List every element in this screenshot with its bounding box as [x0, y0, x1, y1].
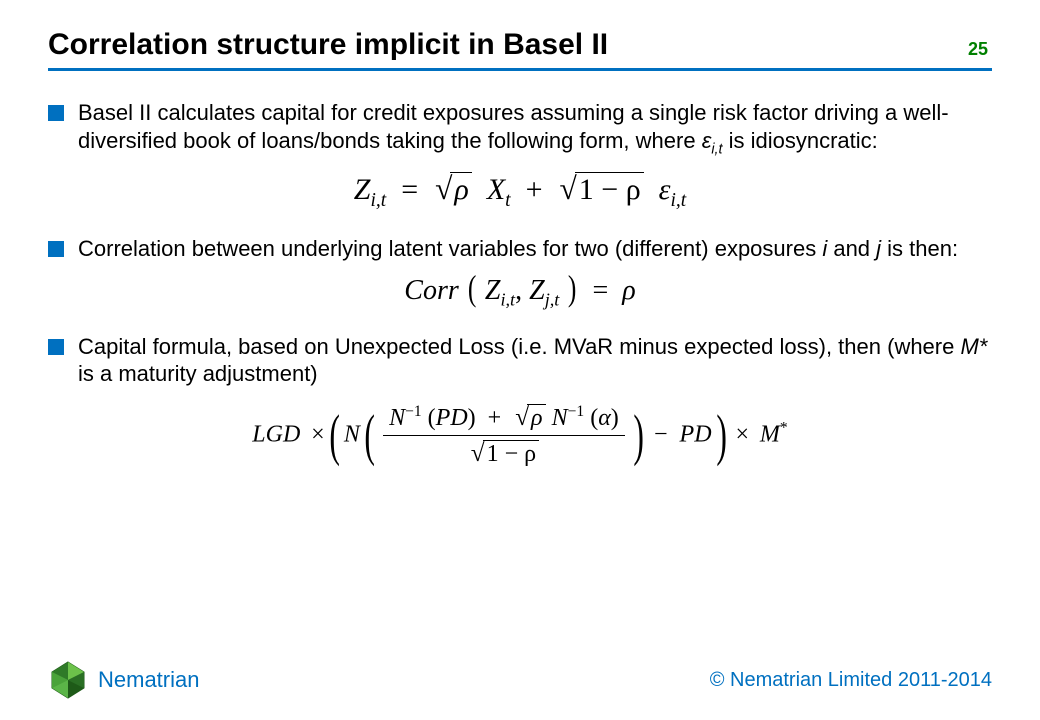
bullet-2-text: Correlation between underlying latent va… [78, 235, 992, 263]
bullet-square-icon [48, 339, 64, 355]
eq2-eq: = [592, 275, 608, 306]
equation-2: Corr ( Zi,t, Zj,t ) = ρ [48, 273, 992, 311]
bullet-1-var: ε [702, 128, 712, 153]
bullet-3-text: Capital formula, based on Unexpected Los… [78, 333, 992, 388]
eq1-eps: ε [659, 173, 671, 206]
eq3-Ninv2: N [552, 405, 568, 431]
bullet-2-mid: and [827, 236, 876, 261]
eq1-eq: = [401, 173, 418, 206]
eq1-1mrho: 1 − ρ [579, 173, 641, 206]
slide: Correlation structure implicit in Basel … [0, 0, 1040, 720]
eq3-times1: × [311, 421, 325, 447]
eq3-PD2: PD [680, 421, 712, 447]
bullet-square-icon [48, 105, 64, 121]
slide-body: Basel II calculates capital for credit e… [48, 71, 992, 470]
bullet-1-text: Basel II calculates capital for credit e… [78, 99, 992, 159]
brand-name: Nematrian [98, 667, 199, 693]
eq2-Z1sub: i,t [500, 289, 515, 309]
eq3-rho: ρ [527, 404, 546, 431]
bullet-3-pre: Capital formula, based on Unexpected Los… [78, 334, 960, 359]
equation-3: LGD × ( N ( N−1 (PD) + ρ N−1 (α) 1 − ρ ) [48, 402, 992, 470]
eq2-Z2sub: j,t [545, 289, 560, 309]
sqrt-icon: ρ [513, 402, 545, 434]
equation-1: Zi,t = ρ Xt + 1 − ρ εi,t [48, 169, 992, 213]
eq3-neg1b: −1 [568, 403, 585, 420]
eq1-plus: + [526, 173, 543, 206]
bullet-3-var: M* [960, 334, 987, 359]
eq1-Z: Z [354, 173, 371, 206]
footer-left: Nematrian [48, 660, 199, 700]
eq2-corr: Corr [404, 275, 458, 306]
copyright-text: © Nematrian Limited 2011-2014 [710, 669, 992, 692]
bullet-2-pre: Correlation between underlying latent va… [78, 236, 822, 261]
eq1-X: X [487, 173, 505, 206]
sqrt-icon: 1 − ρ [469, 438, 539, 470]
eq3-1mrho: 1 − ρ [487, 441, 537, 467]
eq3-neg1a: −1 [405, 403, 422, 420]
bullet-1: Basel II calculates capital for credit e… [48, 99, 992, 159]
bullet-1-sub: i,t [711, 141, 722, 157]
eq3-PD1: PD [436, 405, 468, 431]
eq2-comma: , [515, 275, 522, 306]
eq3-star: * [780, 419, 788, 436]
slide-number: 25 [968, 39, 992, 62]
eq3-times2: × [736, 421, 750, 447]
eq1-epssub: i,t [671, 190, 687, 211]
eq1-rho: ρ [450, 172, 471, 206]
eq3-plus: + [488, 405, 502, 431]
fraction: N−1 (PD) + ρ N−1 (α) 1 − ρ [383, 402, 625, 470]
eq1-Xsub: t [505, 190, 510, 211]
eq3-Ninv1: N [389, 405, 405, 431]
bullet-3: Capital formula, based on Unexpected Los… [48, 333, 992, 388]
slide-title: Correlation structure implicit in Basel … [48, 28, 608, 62]
slide-footer: Nematrian © Nematrian Limited 2011-2014 [0, 660, 1040, 700]
bullet-1-post: is idiosyncratic: [722, 128, 877, 153]
bullet-square-icon [48, 241, 64, 257]
sqrt-icon: ρ [433, 169, 472, 209]
eq3-alpha: α [598, 405, 611, 431]
eq2-Z1: Z [485, 275, 501, 306]
eq3-N: N [344, 421, 360, 447]
slide-header: Correlation structure implicit in Basel … [48, 28, 992, 71]
eq3-M: M [760, 421, 780, 447]
eq2-rho: ρ [622, 275, 635, 306]
eq1-Zsub: i,t [370, 190, 386, 211]
eq2-Z2: Z [529, 275, 545, 306]
eq3-minus: − [654, 421, 668, 447]
eq3-LGD: LGD [252, 421, 300, 447]
sqrt-icon: 1 − ρ [557, 169, 643, 209]
nematrian-logo-icon [48, 660, 88, 700]
bullet-3-post: is a maturity adjustment) [78, 361, 318, 386]
bullet-2-post: is then: [881, 236, 958, 261]
bullet-2: Correlation between underlying latent va… [48, 235, 992, 263]
